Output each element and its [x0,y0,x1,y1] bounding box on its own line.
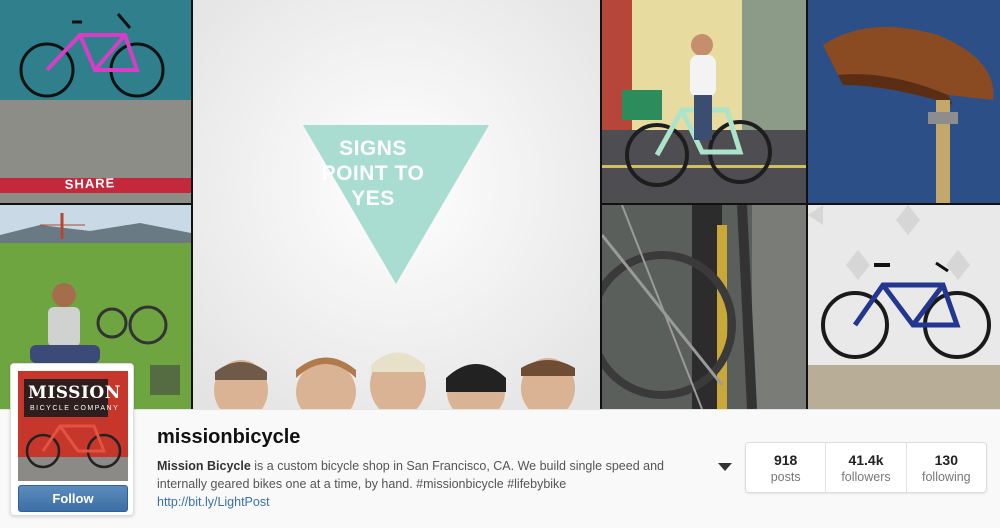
profile-avatar-card: MISSION BICYCLE COMPANY Follow [10,363,134,516]
avatar-logo-text: MISSION [28,383,121,403]
signs-line-2: POINT TO [321,162,425,185]
profile-bio: Mission Bicycle is a custom bicycle shop… [157,457,717,493]
photo-signs-point-to-yes[interactable]: SIGNS POINT TO YES [193,0,600,409]
avatar-logo-subtext: BICYCLE COMPANY [30,405,120,412]
photo-leather-saddle[interactable] [808,0,1000,203]
stat-posts-value: 918 [773,452,798,468]
avatar[interactable]: MISSION BICYCLE COMPANY [18,371,128,481]
profile-username: missionbicycle [157,426,301,448]
photo-chain-closeup[interactable] [602,205,806,409]
signs-line-3: YES [351,187,395,210]
profile-website-link[interactable]: http://bit.ly/LightPost [157,495,270,509]
signs-point-to-yes-text: SIGNS POINT TO YES [293,136,453,211]
bio-name: Mission Bicycle [157,459,251,473]
stat-posts[interactable]: 918 posts [746,443,825,492]
photo-woman-riding-bicycle[interactable] [602,0,806,203]
stat-following-label: following [922,470,971,484]
profile-stats: 918 posts 41.4k followers 130 following [745,442,987,493]
stat-following[interactable]: 130 following [905,443,986,492]
signs-line-1: SIGNS [339,137,407,160]
stat-followers-label: followers [841,470,891,484]
stat-posts-label: posts [770,470,801,484]
photo-pink-bicycle[interactable]: SHARE [0,0,191,203]
stat-followers-value: 41.4k [848,452,884,468]
follow-button[interactable]: Follow [18,485,128,512]
stat-following-value: 130 [934,452,958,468]
photo-blue-bicycle[interactable] [808,205,1000,409]
photo-mosaic: SHARE SIGNS POINT TO YES [0,0,1000,409]
stat-followers[interactable]: 41.4k followers [825,443,905,492]
caret-down-icon[interactable] [718,463,732,471]
